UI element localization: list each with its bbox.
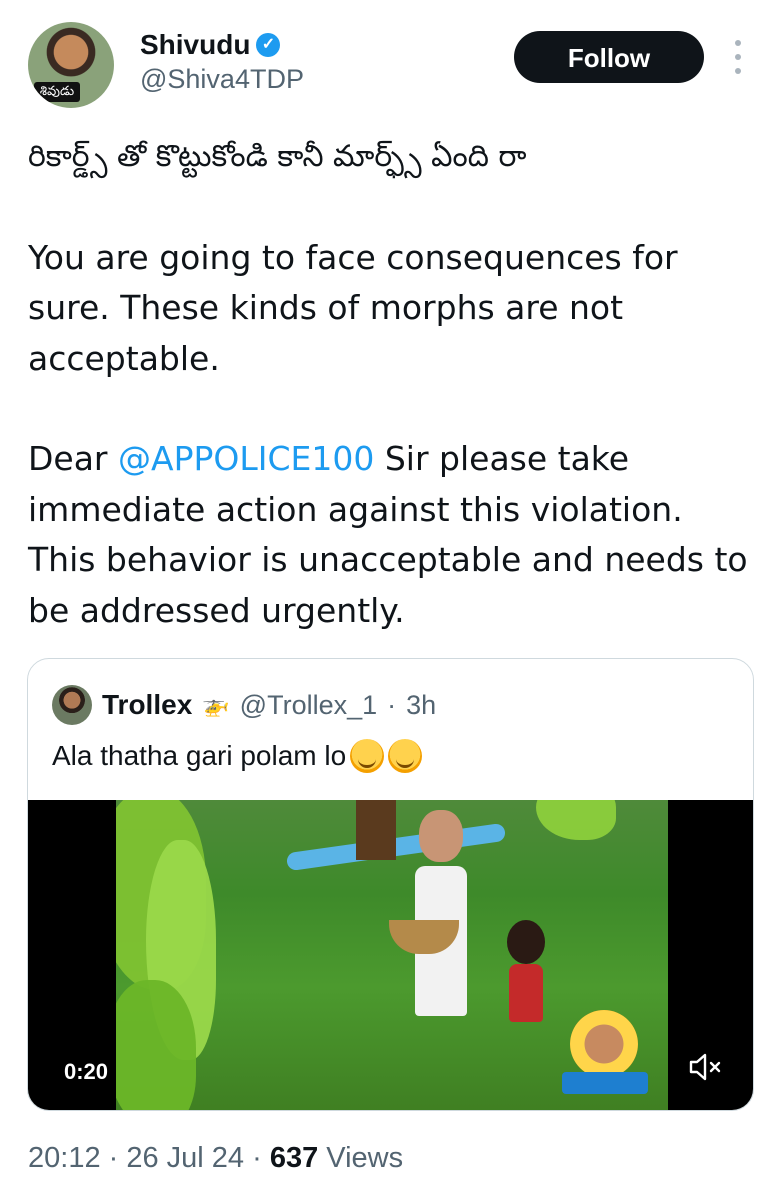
video-character-girl — [501, 920, 551, 1025]
channel-watermark-logo — [562, 1010, 648, 1096]
meta-separator: · — [244, 1142, 270, 1174]
video-character-man — [389, 810, 471, 1025]
avatar-logo: శివుడు — [34, 82, 80, 102]
author-avatar[interactable]: శివుడు — [28, 22, 114, 108]
quote-text: Ala thatha gari polam lo — [52, 740, 347, 771]
quote-avatar[interactable] — [52, 685, 92, 725]
hugging-face-icon — [388, 739, 423, 773]
tweet-p3-prefix: Dear — [28, 439, 118, 478]
hugging-face-icon — [350, 739, 385, 773]
video-player[interactable]: 0:20 — [28, 800, 753, 1110]
views-count: 637 — [269, 1142, 319, 1174]
quoted-tweet-card[interactable]: Trollex 🚁 @Trollex_1 · 3h Ala thatha gar… — [27, 658, 754, 1111]
quote-separator: · — [387, 689, 397, 720]
video-frame — [116, 800, 668, 1110]
quote-handle[interactable]: @Trollex_1 — [240, 690, 377, 721]
meta-separator: · — [100, 1142, 127, 1174]
quote-time[interactable]: 3h — [406, 690, 436, 721]
tweet-header: శివుడు Shivudu ✓ @Shiva4TDP Follow — [28, 22, 762, 112]
helicopter-icon: 🚁 — [202, 692, 230, 718]
volume-muted-icon[interactable] — [688, 1052, 722, 1082]
verified-badge-icon: ✓ — [256, 33, 281, 57]
author-display-name[interactable]: Shivudu — [140, 28, 250, 62]
quote-text-row: Ala thatha gari polam lo — [52, 739, 423, 773]
tweet-time[interactable]: 20:12 — [28, 1142, 101, 1174]
mention-link[interactable]: @APPOLICE100 — [118, 439, 374, 478]
tweet-paragraph-3: Dear @APPOLICE100 Sir please take immedi… — [28, 434, 758, 636]
author-display-name-row[interactable]: Shivudu ✓ — [140, 28, 304, 62]
tweet-paragraph-2: You are going to face consequences for s… — [28, 237, 678, 378]
views-label: Views — [318, 1142, 404, 1174]
more-options-icon[interactable] — [728, 40, 748, 74]
tweet-text: రికార్డ్స్ తో కొట్టుకోండి కానీ మార్ఫ్స్ … — [28, 132, 758, 636]
author-handle[interactable]: @Shiva4TDP — [140, 62, 304, 96]
tweet-meta: 20:12 · 26 Jul 24 · 637 Views — [28, 1142, 403, 1175]
quote-author-name[interactable]: Trollex — [102, 689, 192, 721]
follow-button[interactable]: Follow — [514, 31, 704, 83]
tweet-date[interactable]: 26 Jul 24 — [126, 1142, 244, 1174]
video-duration-badge: 0:20 — [56, 1056, 117, 1088]
tweet-line-telugu: రికార్డ్స్ తో కొట్టుకోండి కానీ మార్ఫ్స్ … — [28, 139, 527, 174]
author-name-block: Shivudu ✓ @Shiva4TDP — [140, 28, 304, 96]
quote-header: Trollex 🚁 @Trollex_1 · 3h — [52, 685, 436, 725]
